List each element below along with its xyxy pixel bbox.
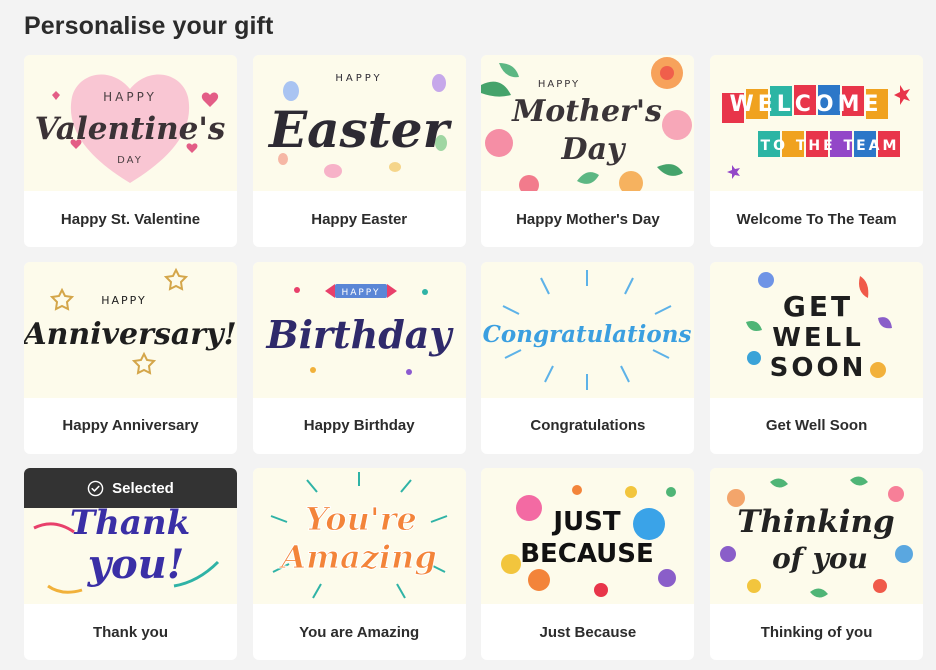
- art-text-top: HAPPY: [341, 288, 380, 298]
- selected-badge: Selected: [24, 468, 237, 508]
- page-title: Personalise your gift: [24, 12, 274, 40]
- selected-badge-label: Selected: [112, 479, 174, 497]
- art-text-bottom: Day: [561, 132, 627, 167]
- card-label: Thinking of you: [760, 623, 873, 641]
- gift-card-welcome[interactable]: WELCOME TO THE TEAM Welcome To The Team: [710, 55, 924, 247]
- gift-card-get-well-soon[interactable]: GET WELL SOON Get Well Soon: [710, 261, 924, 454]
- art-text-line2: WELL: [772, 323, 864, 353]
- gift-card-birthday[interactable]: HAPPY Birthday Happy Birthday: [252, 261, 466, 454]
- card-art: You're Amazing: [252, 468, 466, 604]
- art-text-main: Thank: [70, 503, 190, 543]
- card-art: HAPPY Anniversary!: [24, 261, 237, 398]
- card-label: You are Amazing: [299, 623, 420, 641]
- card-label: Happy Anniversary: [62, 417, 199, 434]
- art-text-bottom: Amazing: [278, 538, 436, 576]
- card-label: Congratulations: [530, 417, 646, 434]
- card-art: Thinking of you: [710, 468, 924, 604]
- card-label: Just Because: [539, 623, 637, 641]
- gift-card-grid: HAPPY Valentine's DAY Happy St. Valentin…: [24, 55, 924, 660]
- art-text-main: You're: [305, 500, 417, 538]
- art-text-top: HAPPY: [101, 294, 147, 307]
- gift-card-anniversary[interactable]: HAPPY Anniversary! Happy Anniversary: [24, 261, 237, 454]
- art-text-main: WELCOME: [730, 92, 883, 117]
- art-text-top: HAPPY: [103, 90, 157, 104]
- card-art: JUST BECAUSE: [481, 468, 695, 604]
- card-label: Happy St. Valentine: [60, 210, 201, 228]
- art-text-top: HAPPY: [538, 79, 580, 90]
- art-text-bottom: TO THE TEAM: [761, 138, 900, 154]
- gift-card-thank-you[interactable]: Thank you! Selected Thank you: [24, 468, 237, 660]
- gift-card-you-are-amazing[interactable]: You're Amazing You are Amazing: [252, 468, 466, 660]
- art-text-bottom: of you: [772, 542, 868, 575]
- art-text-main: Birthday: [265, 312, 454, 357]
- card-art: WELCOME TO THE TEAM: [710, 55, 924, 191]
- card-label: Happy Birthday: [303, 417, 415, 434]
- art-text-bottom: BECAUSE: [521, 539, 655, 569]
- card-label: Get Well Soon: [765, 417, 868, 434]
- card-art: HAPPY Birthday: [252, 261, 466, 398]
- card-label: Happy Mother's Day: [516, 210, 660, 228]
- art-text-bottom: DAY: [117, 155, 143, 166]
- gift-card-valentine[interactable]: HAPPY Valentine's DAY Happy St. Valentin…: [24, 55, 237, 247]
- card-art: HAPPY Easter: [252, 55, 466, 191]
- art-text-line3: SOON: [770, 353, 867, 383]
- gift-card-mothers-day[interactable]: HAPPY Mother's Day Happy Mother's Day: [481, 55, 695, 247]
- card-art: Congratulations: [481, 261, 695, 398]
- art-text-main: Mother's: [511, 94, 662, 129]
- card-label: Welcome To The Team: [736, 210, 897, 228]
- card-label: Thank you: [92, 623, 168, 641]
- art-text-main: Easter: [267, 100, 453, 159]
- art-text-main: Valentine's: [35, 111, 226, 147]
- card-art: GET WELL SOON: [710, 261, 924, 398]
- card-art: HAPPY Mother's Day: [481, 55, 695, 191]
- art-text-main: Thinking: [737, 504, 894, 540]
- gift-card-just-because[interactable]: JUST BECAUSE Just Because: [481, 468, 695, 660]
- art-text-main: Congratulations: [483, 321, 692, 348]
- gift-card-congratulations[interactable]: Congratulations Congratulations: [481, 261, 695, 454]
- check-circle-icon: [87, 480, 104, 496]
- art-text-main: JUST: [552, 507, 622, 537]
- art-text-bottom: you!: [87, 541, 185, 588]
- gift-card-thinking-of-you[interactable]: Thinking of you Thinking of you: [710, 468, 924, 660]
- card-art: HAPPY Valentine's DAY: [24, 55, 237, 191]
- art-text-main: Anniversary!: [24, 317, 237, 352]
- card-label: Happy Easter: [311, 210, 408, 228]
- art-text-line1: GET: [783, 290, 853, 323]
- gift-card-easter[interactable]: HAPPY Easter Happy Easter: [252, 55, 466, 247]
- art-text-top: HAPPY: [335, 73, 382, 84]
